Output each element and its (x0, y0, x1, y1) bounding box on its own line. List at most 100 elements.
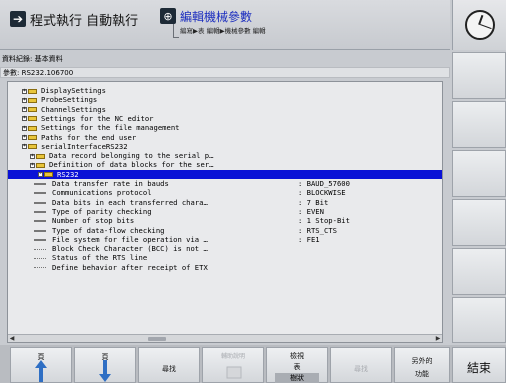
tree-row-label: Definition of data blocks for the ser… (49, 160, 214, 170)
tree-row[interactable]: Communications protocol: BLOCKWISE (8, 188, 442, 197)
tree-row-value: : 1 Stop-Bit (298, 216, 350, 226)
tree-row[interactable]: + Data record belonging to the serial p… (8, 151, 442, 160)
folder-icon (28, 125, 37, 131)
folder-icon (28, 144, 37, 150)
config-tree[interactable]: + DisplaySettings + ProbeSettings + ChannelSe… (8, 82, 442, 334)
parameter-icon (34, 238, 46, 241)
tree-row[interactable]: + Paths for the end user (8, 133, 442, 142)
tree-row[interactable]: + DisplaySettings (8, 86, 442, 95)
blank-softkey[interactable]: 尋找 (330, 347, 392, 383)
tree-row-label: serialInterfaceRS232 (41, 141, 128, 151)
breadcrumb-bracket (173, 24, 179, 38)
expand-toggle-icon[interactable]: + (22, 97, 27, 103)
tree-row[interactable]: Define behavior after receipt of ETX (8, 263, 442, 272)
tree-row[interactable]: Data bits in each transferred chara… : 7 … (8, 198, 442, 207)
optional-parameter-icon (34, 257, 46, 259)
vertical-softkey-5[interactable] (452, 248, 506, 295)
vertical-softkey-3[interactable] (452, 150, 506, 197)
tree-row-label: Settings for the NC editor (41, 113, 154, 123)
scroll-right-icon[interactable]: ▶ (434, 335, 442, 343)
tree-row[interactable]: + Settings for the file management (8, 123, 442, 132)
parameter-icon (34, 220, 46, 223)
end-label: 結束 (466, 361, 491, 375)
tree-row-label: Block Check Character (BCC) is not … (52, 244, 208, 254)
vertical-softkey-2[interactable] (452, 101, 506, 148)
tree-row-label: Data bits in each transferred chara… (52, 197, 208, 207)
tree-row[interactable]: - RS232 (8, 169, 442, 179)
folder-icon (28, 135, 37, 140)
view-label: 檢視 (290, 352, 304, 360)
clock-icon (465, 10, 495, 40)
parameter-icon (34, 183, 46, 185)
tree-row[interactable]: Block Check Character (BCC) is not … (8, 244, 442, 253)
edit-mode-title: 編輯機械參數 (180, 10, 253, 24)
top-header: ➔ 程式執行 自動執行 ⊕ 編輯機械參數 編寫▶表 編輯▶機械參數 編輯 (0, 0, 450, 50)
tree-row-label: Type of parity checking (52, 206, 152, 216)
tree-row[interactable]: Data transfer rate in bauds : BAUD_57600 (8, 179, 442, 188)
find-label: 尋找 (162, 365, 176, 373)
blank-softkey-label: 尋找 (354, 365, 368, 373)
tree-row-label: Paths for the end user (41, 132, 137, 142)
tree-row-value: : RTS_CTS (298, 225, 337, 235)
view-tree-label: 樹狀 (275, 373, 319, 383)
tree-row-label: Status of the RTS line (52, 253, 148, 263)
tree-row-label: Data transfer rate in bauds (52, 179, 169, 188)
tree-row-label: RS232 (57, 169, 79, 179)
expand-toggle-icon[interactable]: - (38, 172, 43, 178)
clock-panel[interactable] (452, 0, 506, 50)
record-label: 資料紀錄: 基本資料 (0, 54, 450, 64)
extra-label-bottom: 功能 (415, 370, 429, 378)
tree-row[interactable]: + Settings for the NC editor (8, 114, 442, 123)
scroll-thumb[interactable] (148, 337, 166, 341)
expand-toggle-icon[interactable]: + (22, 135, 27, 140)
tree-row-label: Number of stop bits (52, 216, 135, 226)
edit-mode-icon: ⊕ (160, 8, 176, 24)
arrow-up-icon (35, 360, 47, 382)
tree-row-value: : 7 Bit (298, 197, 329, 207)
end-button[interactable]: 結束 (452, 347, 506, 383)
help-label: 輔助說明 (220, 353, 245, 360)
expand-toggle-icon[interactable]: + (30, 153, 35, 159)
find-button[interactable]: 尋找 (138, 347, 200, 383)
expand-toggle-icon[interactable]: + (22, 144, 27, 150)
view-toggle-button[interactable]: 檢視 表 樹狀 (266, 347, 328, 383)
page-down-button[interactable]: 頁 (74, 347, 136, 383)
extra-label-top: 另外的 (411, 357, 433, 365)
expand-toggle-icon[interactable]: + (30, 162, 35, 168)
tree-row[interactable]: Status of the RTS line (8, 253, 442, 262)
vertical-softkey-4[interactable] (452, 199, 506, 246)
parameter-icon (34, 229, 46, 232)
tree-row[interactable]: + ChannelSettings (8, 105, 442, 114)
view-table-label: 表 (293, 363, 301, 371)
arrow-down-icon (99, 360, 111, 382)
tree-row-label: ChannelSettings (41, 104, 106, 114)
folder-icon (28, 97, 37, 103)
tree-row[interactable]: Number of stop bits : 1 Stop-Bit (8, 216, 442, 225)
tree-row-value: : FE1 (298, 234, 320, 244)
tree-row-label: Data record belonging to the serial p… (49, 151, 214, 161)
extra-functions-button[interactable]: 另外的 功能 (394, 347, 450, 383)
help-button[interactable]: 輔助說明 (202, 347, 264, 383)
tree-row[interactable]: Type of data-flow checking: RTS_CTS (8, 226, 442, 235)
tree-row[interactable]: File system for file operation via …: FE… (8, 235, 442, 244)
vertical-softkey-1[interactable] (452, 52, 506, 99)
folder-icon (44, 172, 53, 178)
vertical-softkey-6[interactable] (452, 297, 506, 343)
horizontal-scrollbar[interactable]: ◀ ▶ (8, 334, 442, 342)
tree-row-value: : BAUD_57600 (298, 179, 350, 188)
tree-row-label: Communications protocol (52, 188, 152, 198)
config-tree-panel: + DisplaySettings + ProbeSettings + ChannelSe… (7, 81, 443, 343)
tree-row[interactable]: + serialInterfaceRS232 (8, 142, 442, 151)
tree-row[interactable]: + Definition of data blocks for the ser… (8, 160, 442, 169)
expand-toggle-icon[interactable]: + (22, 125, 27, 131)
expand-toggle-icon[interactable]: + (22, 88, 27, 94)
folder-icon (28, 88, 37, 94)
tree-row[interactable]: Type of parity checking: EVEN (8, 207, 442, 216)
scroll-left-icon[interactable]: ◀ (8, 335, 16, 343)
tree-row[interactable]: + ProbeSettings (8, 95, 442, 104)
expand-toggle-icon[interactable]: + (22, 107, 27, 113)
expand-toggle-icon[interactable]: + (22, 116, 27, 122)
folder-icon (36, 153, 45, 159)
parameter-icon (34, 210, 46, 213)
page-up-button[interactable]: 頁 (10, 347, 72, 383)
